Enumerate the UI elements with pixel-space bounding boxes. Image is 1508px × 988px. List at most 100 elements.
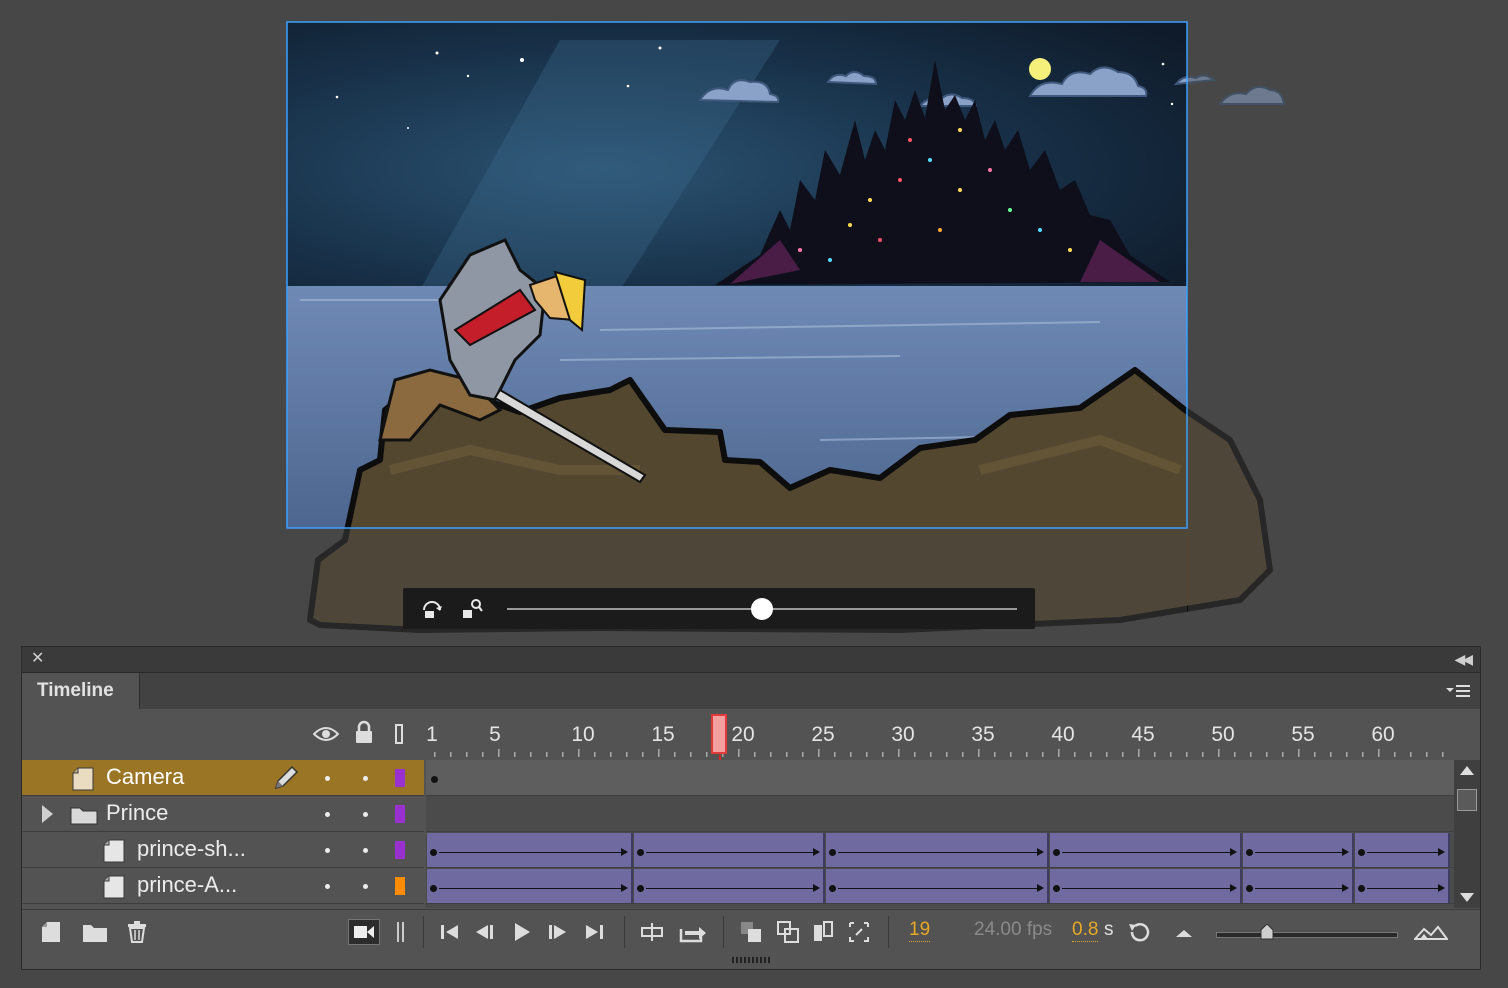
rotate-icon[interactable] <box>1126 921 1152 943</box>
frame-row-prince[interactable] <box>426 796 1454 832</box>
layer-row-prince-sh[interactable]: prince-sh... <box>22 832 424 868</box>
outline-color-swatch[interactable] <box>395 805 405 823</box>
keyframe[interactable] <box>1358 885 1365 892</box>
zoom-slider-knob[interactable] <box>1260 924 1274 940</box>
scroll-up-icon[interactable] <box>1460 766 1474 775</box>
prev-frame-icon[interactable] <box>474 921 496 943</box>
motion-tween[interactable] <box>427 833 633 867</box>
close-icon[interactable]: ✕ <box>31 650 44 668</box>
keyframe[interactable] <box>430 885 437 892</box>
motion-tween[interactable] <box>826 869 1049 903</box>
zoom-in-icon[interactable] <box>1414 921 1448 943</box>
keyframe[interactable] <box>637 849 644 856</box>
layer-row-camera[interactable]: Camera <box>22 760 424 796</box>
onion-skin-icon[interactable] <box>740 921 762 943</box>
keyframe[interactable] <box>430 849 437 856</box>
motion-tween[interactable] <box>1243 833 1354 867</box>
camera-rotate-icon[interactable] <box>421 598 443 620</box>
keyframe[interactable] <box>1246 885 1253 892</box>
collapse-icon[interactable]: ◀◀ <box>1454 650 1472 668</box>
outline-icon[interactable] <box>395 724 403 744</box>
ruler-tick <box>1426 752 1428 757</box>
visibility-dot[interactable] <box>325 776 330 781</box>
motion-tween[interactable] <box>1355 869 1450 903</box>
lock-dot[interactable] <box>363 848 368 853</box>
playhead[interactable] <box>711 714 727 754</box>
seconds-field[interactable]: 0.8 <box>1072 919 1099 942</box>
delete-icon[interactable] <box>126 921 148 943</box>
keyframe[interactable] <box>1053 885 1060 892</box>
keyframe[interactable] <box>1246 849 1253 856</box>
keyframe[interactable] <box>829 885 836 892</box>
expand-arrow-icon[interactable] <box>42 805 53 823</box>
eye-icon[interactable] <box>313 725 339 743</box>
keyframe[interactable] <box>1053 849 1060 856</box>
fps-field[interactable]: 24.00 fps <box>974 919 1052 941</box>
outline-color-swatch[interactable] <box>395 769 405 787</box>
tab-timeline[interactable]: Timeline <box>22 673 140 709</box>
frame-row-prince-a[interactable] <box>426 868 1454 904</box>
vertical-scrollbar[interactable] <box>1454 760 1480 908</box>
ruler-tick <box>850 752 852 757</box>
layer-row-prince[interactable]: Prince <box>22 796 424 832</box>
motion-tween[interactable] <box>1050 833 1242 867</box>
camera-slider-knob[interactable] <box>751 598 773 620</box>
resize-grip-icon[interactable] <box>732 956 772 964</box>
keyframe[interactable] <box>431 776 438 783</box>
layer-name[interactable]: Prince <box>106 800 168 826</box>
pencil-icon <box>274 765 299 790</box>
lock-dot[interactable] <box>363 884 368 889</box>
scroll-thumb[interactable] <box>1457 789 1477 811</box>
motion-tween[interactable] <box>826 833 1049 867</box>
ruler-tick <box>498 749 500 757</box>
visibility-dot[interactable] <box>325 848 330 853</box>
keyframe[interactable] <box>1358 849 1365 856</box>
outline-color-swatch[interactable] <box>395 877 405 895</box>
onion-outline-icon[interactable] <box>777 921 799 943</box>
layer-row-prince-a[interactable]: prince-A... <box>22 868 424 904</box>
motion-tween[interactable] <box>634 869 825 903</box>
first-frame-icon[interactable] <box>438 921 460 943</box>
lock-icon[interactable] <box>354 720 374 744</box>
keyframe[interactable] <box>829 849 836 856</box>
center-frame-icon[interactable] <box>641 921 663 943</box>
edit-multiple-icon[interactable] <box>812 921 834 943</box>
visibility-dot[interactable] <box>325 884 330 889</box>
camera-control-bar <box>403 588 1035 629</box>
pin-layers-icon[interactable] <box>396 921 406 943</box>
new-layer-icon[interactable] <box>40 921 62 943</box>
layer-icon <box>103 875 125 899</box>
current-frame-field[interactable]: 19 <box>909 919 931 942</box>
new-folder-icon[interactable] <box>82 921 108 943</box>
motion-tween[interactable] <box>1050 869 1242 903</box>
lock-dot[interactable] <box>363 776 368 781</box>
lock-dot[interactable] <box>363 812 368 817</box>
layer-name[interactable]: Camera <box>106 764 184 790</box>
play-icon[interactable] <box>511 921 533 943</box>
visibility-dot[interactable] <box>325 812 330 817</box>
motion-tween[interactable] <box>1355 833 1450 867</box>
ruler-tick <box>786 752 788 757</box>
layer-name[interactable]: prince-A... <box>137 872 237 898</box>
camera-zoom-icon[interactable] <box>461 598 483 620</box>
panel-menu-icon[interactable] <box>1444 681 1472 701</box>
ruler-tick <box>994 752 996 757</box>
motion-tween[interactable] <box>634 833 825 867</box>
modify-markers-icon[interactable] <box>848 921 870 943</box>
next-frame-icon[interactable] <box>546 921 568 943</box>
frame-row-prince-sh[interactable] <box>426 832 1454 868</box>
last-frame-icon[interactable] <box>584 921 606 943</box>
motion-tween[interactable] <box>1243 869 1354 903</box>
motion-tween[interactable] <box>427 869 633 903</box>
frames-grid[interactable] <box>426 760 1454 908</box>
keyframe[interactable] <box>637 885 644 892</box>
scroll-down-icon[interactable] <box>1460 893 1474 902</box>
zoom-slider-track[interactable] <box>1216 932 1398 938</box>
layer-name[interactable]: prince-sh... <box>137 836 246 862</box>
loop-icon[interactable] <box>679 921 707 943</box>
outline-color-swatch[interactable] <box>395 841 405 859</box>
stage-canvas[interactable] <box>0 0 1508 640</box>
zoom-out-icon[interactable] <box>1174 921 1194 943</box>
camera-toggle-button[interactable] <box>348 919 380 945</box>
frame-row-camera[interactable] <box>426 760 1454 796</box>
